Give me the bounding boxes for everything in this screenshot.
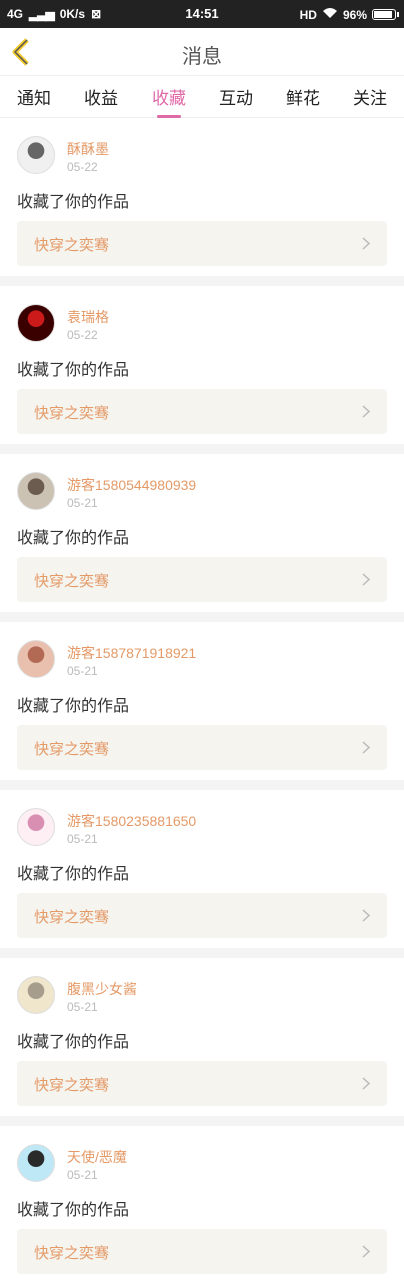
tab-follows[interactable]: 关注 (342, 84, 398, 109)
message-text: 收藏了你的作品 (17, 1200, 130, 1219)
chevron-right-icon (362, 573, 371, 586)
avatar[interactable] (17, 808, 55, 846)
username[interactable]: 天使/恶魔 (67, 1147, 127, 1167)
battery-percent: 96% (342, 7, 367, 22)
chevron-left-icon (12, 38, 29, 66)
work-link[interactable]: 快穿之奕骞 (17, 1229, 387, 1274)
message-text: 收藏了你的作品 (17, 864, 130, 883)
username[interactable]: 游客1580544980939 (67, 475, 196, 495)
work-title: 快穿之奕骞 (34, 572, 110, 590)
work-title: 快穿之奕骞 (34, 404, 110, 422)
avatar[interactable] (17, 1144, 55, 1182)
work-link[interactable]: 快穿之奕骞 (17, 893, 387, 938)
message-card: 腹黑少女酱 05-21 收藏了你的作品 快穿之奕骞 (0, 958, 404, 1126)
app-header: 消息 (0, 28, 404, 76)
work-title: 快穿之奕骞 (34, 908, 110, 926)
avatar[interactable] (17, 472, 55, 510)
work-title: 快穿之奕骞 (34, 1076, 110, 1094)
message-card: 游客1580235881650 05-21 收藏了你的作品 快穿之奕骞 (0, 790, 404, 958)
chevron-right-icon (362, 1245, 371, 1258)
message-date: 05-21 (67, 1000, 98, 1014)
page-title: 消息 (182, 44, 222, 68)
username[interactable]: 酥酥墨 (67, 139, 109, 159)
work-title: 快穿之奕骞 (34, 740, 110, 758)
avatar[interactable] (17, 976, 55, 1014)
chevron-right-icon (362, 405, 371, 418)
tab-flowers[interactable]: 鲜花 (275, 84, 331, 109)
username[interactable]: 游客1587871918921 (67, 643, 196, 663)
work-link[interactable]: 快穿之奕骞 (17, 1061, 387, 1106)
wifi-icon (322, 7, 338, 22)
message-date: 05-21 (67, 496, 98, 510)
chevron-right-icon (362, 237, 371, 250)
work-link[interactable]: 快穿之奕骞 (17, 557, 387, 602)
avatar[interactable] (17, 304, 55, 342)
message-card: 酥酥墨 05-22 收藏了你的作品 快穿之奕骞 (0, 118, 404, 286)
message-card: 游客1587871918921 05-21 收藏了你的作品 快穿之奕骞 (0, 622, 404, 790)
username[interactable]: 腹黑少女酱 (67, 979, 137, 999)
message-text: 收藏了你的作品 (17, 360, 130, 379)
message-date: 05-21 (67, 832, 98, 846)
message-date: 05-21 (67, 664, 98, 678)
avatar[interactable] (17, 136, 55, 174)
message-date: 05-21 (67, 1168, 98, 1182)
avatar[interactable] (17, 640, 55, 678)
message-text: 收藏了你的作品 (17, 192, 130, 211)
chevron-right-icon (362, 741, 371, 754)
message-text: 收藏了你的作品 (17, 528, 130, 547)
username[interactable]: 游客1580235881650 (67, 811, 196, 831)
battery-icon (372, 9, 399, 20)
chevron-right-icon (362, 1077, 371, 1090)
status-bar: 4G ▂▃▅ 0K/s ⊠ 14:51 HD 96% (0, 0, 404, 28)
message-date: 05-22 (67, 160, 98, 174)
tab-interactions[interactable]: 互动 (208, 84, 264, 109)
message-card: 天使/恶魔 05-21 收藏了你的作品 快穿之奕骞 (0, 1126, 404, 1288)
tab-notifications[interactable]: 通知 (6, 84, 62, 109)
message-tabs: 通知 收益 收藏 互动 鲜花 关注 (0, 76, 404, 118)
username[interactable]: 袁瑞格 (67, 307, 109, 327)
message-text: 收藏了你的作品 (17, 696, 130, 715)
tab-favorites[interactable]: 收藏 (141, 84, 197, 118)
tab-earnings[interactable]: 收益 (73, 84, 129, 109)
work-link[interactable]: 快穿之奕骞 (17, 389, 387, 434)
message-date: 05-22 (67, 328, 98, 342)
message-list: 酥酥墨 05-22 收藏了你的作品 快穿之奕骞 袁瑞格 05-22 收藏了你的作品 快穿之奕骞… (0, 118, 404, 1288)
work-link[interactable]: 快穿之奕骞 (17, 725, 387, 770)
work-link[interactable]: 快穿之奕骞 (17, 221, 387, 266)
work-title: 快穿之奕骞 (34, 1244, 110, 1262)
message-text: 收藏了你的作品 (17, 1032, 130, 1051)
message-card: 游客1580544980939 05-21 收藏了你的作品 快穿之奕骞 (0, 454, 404, 622)
work-title: 快穿之奕骞 (34, 236, 110, 254)
message-card: 袁瑞格 05-22 收藏了你的作品 快穿之奕骞 (0, 286, 404, 454)
chevron-right-icon (362, 909, 371, 922)
back-button[interactable] (10, 38, 34, 66)
hd-indicator: HD (299, 7, 317, 22)
